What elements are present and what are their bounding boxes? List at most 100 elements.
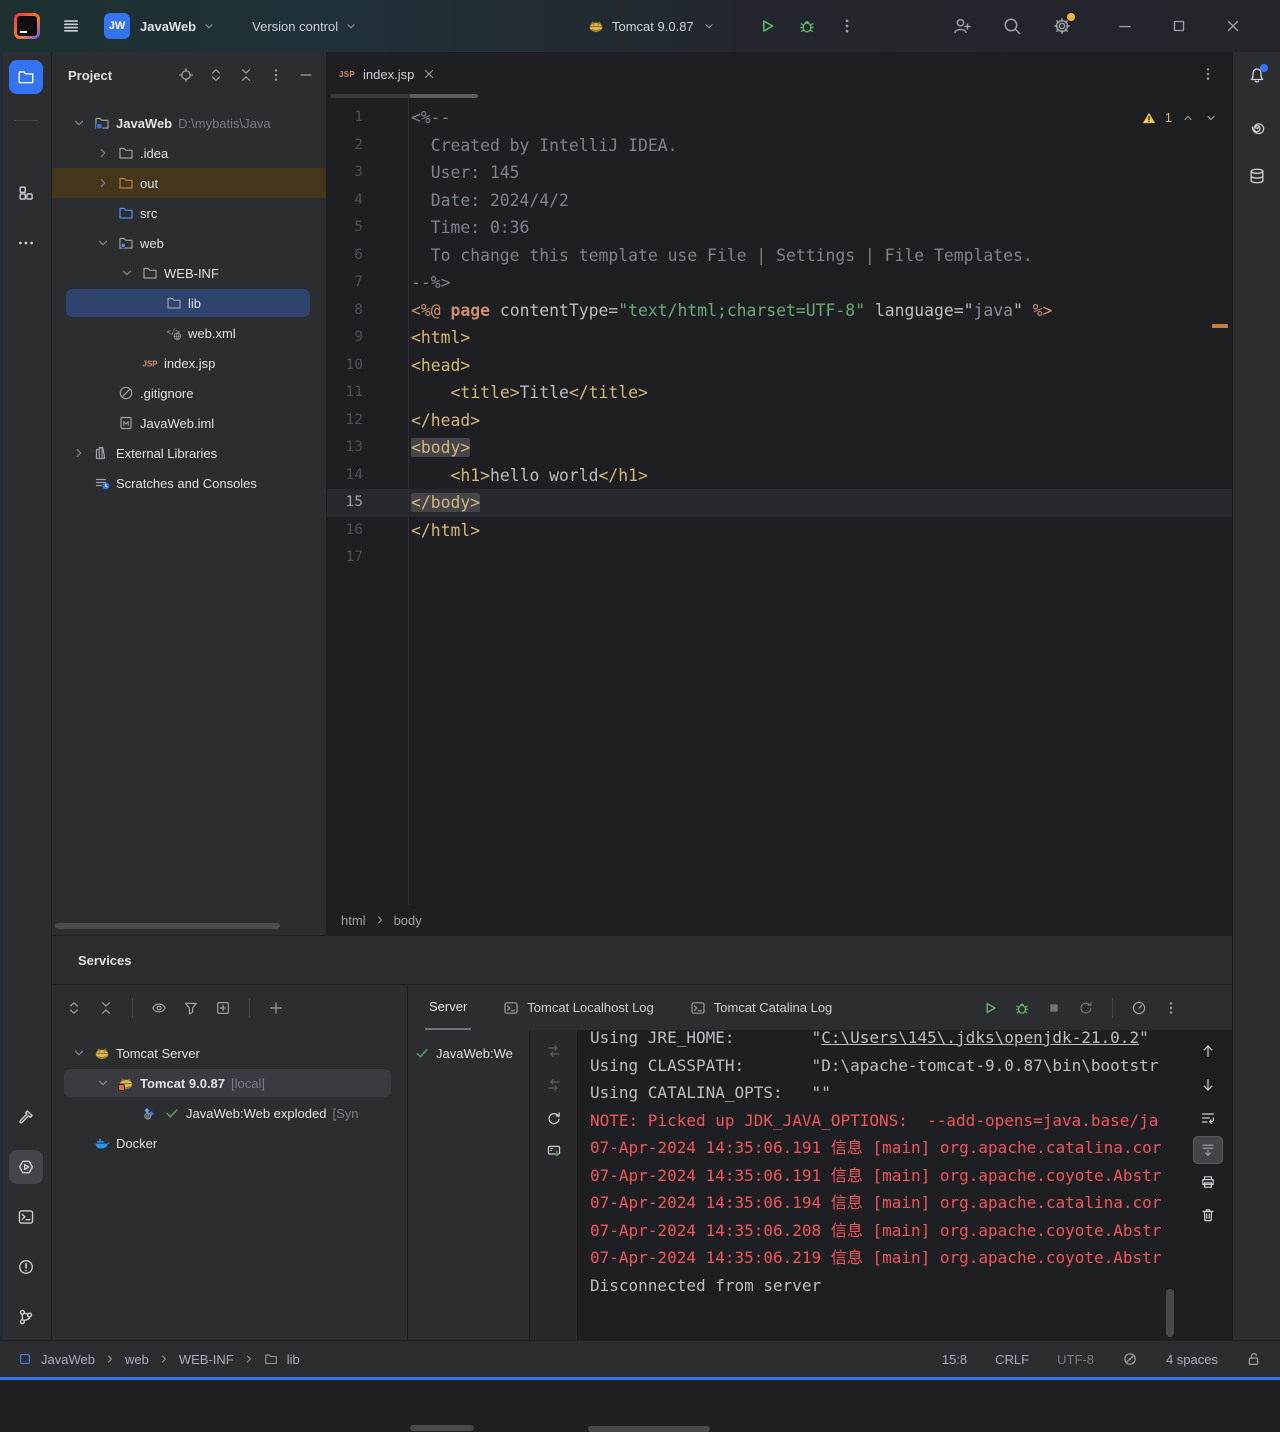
console-log[interactable]: Using JRE_HOME: "C:\Users\145\.jdks\open… [578, 1030, 1232, 1340]
more-run-options-icon[interactable] [838, 17, 856, 35]
next-problem-icon[interactable] [1204, 111, 1218, 125]
project-switcher[interactable]: JavaWeb [140, 19, 216, 34]
chevron-down-icon[interactable] [702, 19, 716, 33]
tree-item-web[interactable]: web [52, 228, 326, 258]
chevron-down-icon[interactable] [94, 1075, 112, 1091]
project-avatar[interactable]: JW [104, 13, 130, 39]
collapse-all-icon[interactable] [238, 67, 254, 83]
code-with-me-icon[interactable] [952, 16, 972, 36]
code-line-13[interactable]: 13<body> [327, 434, 1232, 462]
update-application-icon[interactable] [546, 1143, 562, 1159]
run-config-name[interactable]: Tomcat 9.0.87 [612, 19, 694, 34]
debug-button[interactable] [1014, 1000, 1030, 1016]
expand-all-icon[interactable] [208, 67, 224, 83]
tree-item--idea[interactable]: .idea [52, 138, 326, 168]
tree-item-src[interactable]: src [52, 198, 326, 228]
database-tool-icon[interactable] [1248, 167, 1266, 185]
services-tool-button[interactable] [9, 1150, 43, 1184]
more-tools-icon[interactable] [17, 234, 35, 252]
run-button[interactable] [982, 1000, 998, 1016]
tree-item-javaweb[interactable]: JavaWeb D:\mybatis\Java [52, 108, 326, 138]
clear-console-icon[interactable] [1200, 1207, 1216, 1223]
structure-tool-icon[interactable] [17, 184, 35, 202]
rerun-icon[interactable] [1078, 1000, 1094, 1016]
tree-item-index-jsp[interactable]: JSPindex.jsp [52, 348, 326, 378]
add-service-icon[interactable] [268, 1000, 284, 1016]
prev-problem-icon[interactable] [1181, 111, 1195, 125]
tree-item-web-xml[interactable]: </>web.xml [52, 318, 326, 348]
code-line-8[interactable]: 8<%@ page contentType="text/html;charset… [327, 297, 1232, 325]
run-button[interactable] [758, 17, 776, 35]
settings-gear-icon[interactable] [1052, 16, 1072, 36]
tree-item-docker[interactable]: Docker [52, 1128, 407, 1158]
filter-icon[interactable] [183, 1000, 199, 1016]
chevron-down-icon[interactable] [118, 265, 136, 281]
crumb-lib[interactable]: lib [287, 1352, 300, 1367]
chevron-down-icon[interactable] [94, 235, 112, 251]
code-line-15[interactable]: 15</body> [327, 489, 1232, 517]
tree-item-lib[interactable]: lib [52, 288, 326, 318]
tree-item--gitignore[interactable]: .gitignore [52, 378, 326, 408]
problems-tool-icon[interactable] [17, 1258, 35, 1276]
inspections-widget[interactable]: 1 [1142, 110, 1218, 125]
code-line-10[interactable]: 10<head> [327, 352, 1232, 380]
panel-options-icon[interactable] [268, 67, 284, 83]
build-tool-icon[interactable] [17, 1108, 35, 1126]
tree-item-web-inf[interactable]: WEB-INF [52, 258, 326, 288]
indent-widget[interactable]: 4 spaces [1166, 1352, 1218, 1367]
crumb-web[interactable]: web [125, 1352, 149, 1367]
chevron-right-icon[interactable] [94, 145, 112, 161]
lock-open-icon[interactable] [1246, 1351, 1262, 1367]
code-line-2[interactable]: 2 Created by IntelliJ IDEA. [327, 132, 1232, 160]
code-line-4[interactable]: 4 Date: 2024/4/2 [327, 187, 1232, 215]
breadcrumb-body[interactable]: body [394, 913, 422, 928]
tab-tomcat-catalina-log[interactable]: Tomcat Catalina Log [686, 985, 837, 1030]
window-maximize-button[interactable] [1170, 17, 1188, 35]
chevron-down-icon[interactable] [70, 115, 88, 131]
code-line-5[interactable]: 5 Time: 0:36 [327, 214, 1232, 242]
tree-item-out[interactable]: out [52, 168, 326, 198]
code-line-11[interactable]: 11 <title>Title</title> [327, 379, 1232, 407]
code-line-12[interactable]: 12</head> [327, 407, 1232, 435]
tree-item-javaweb-iml[interactable]: JavaWeb.iml [52, 408, 326, 438]
git-tool-icon[interactable] [17, 1308, 35, 1326]
spiral-icon[interactable] [1248, 118, 1266, 136]
console-vertical-scrollbar[interactable] [1166, 1289, 1174, 1337]
tab-close-icon[interactable] [422, 67, 436, 81]
notifications-bell-icon[interactable] [1248, 66, 1266, 84]
encoding-widget[interactable]: UTF-8 [1057, 1352, 1094, 1367]
tab-tomcat-localhost-log[interactable]: Tomcat Localhost Log [499, 985, 657, 1030]
debug-button[interactable] [798, 17, 816, 35]
chevron-right-icon[interactable] [94, 175, 112, 191]
print-icon[interactable] [1200, 1174, 1216, 1190]
chevron-down-icon[interactable] [70, 1045, 88, 1061]
code-line-16[interactable]: 16</html> [327, 517, 1232, 545]
tab-server[interactable]: Server [425, 985, 471, 1030]
code-line-3[interactable]: 3 User: 145 [327, 159, 1232, 187]
tab-index-jsp[interactable]: JSP index.jsp [327, 52, 448, 96]
deployment-item[interactable]: JavaWeb:We [408, 1038, 529, 1068]
redeploy-icon[interactable] [546, 1110, 562, 1126]
tree-item-tomcat-9-0-87[interactable]: Tomcat 9.0.87 [local] [52, 1068, 407, 1098]
scroll-up-icon[interactable] [1200, 1043, 1216, 1059]
hide-panel-icon[interactable] [298, 67, 314, 83]
select-opened-file-icon[interactable] [178, 67, 194, 83]
main-menu-icon[interactable] [62, 17, 80, 35]
console-horizontal-scrollbar[interactable] [588, 1426, 710, 1432]
log-path-link[interactable]: C:\Users\145\.jdks\openjdk-21.0.2 [821, 1030, 1139, 1047]
code-line-17[interactable]: 17 [327, 544, 1232, 572]
chevron-right-icon[interactable] [70, 445, 88, 461]
scroll-to-end-button[interactable] [1193, 1136, 1223, 1164]
more-options-icon[interactable] [1163, 1000, 1179, 1016]
tree-item-tomcat-server[interactable]: Tomcat Server [52, 1038, 407, 1068]
tree-item-javaweb-web-exploded[interactable]: JavaWeb:Web exploded [Syn [52, 1098, 407, 1128]
scroll-down-icon[interactable] [1200, 1077, 1216, 1093]
view-options-eye-icon[interactable] [151, 1000, 167, 1016]
search-icon[interactable] [1002, 16, 1022, 36]
editor-options-icon[interactable] [1200, 66, 1216, 82]
sync-arrows-icon[interactable] [546, 1077, 562, 1093]
stop-button[interactable] [1046, 1000, 1062, 1016]
crumb-web-inf[interactable]: WEB-INF [179, 1352, 234, 1367]
caret-position-widget[interactable]: 15:8 [942, 1352, 967, 1367]
code-line-7[interactable]: 7--%> [327, 269, 1232, 297]
